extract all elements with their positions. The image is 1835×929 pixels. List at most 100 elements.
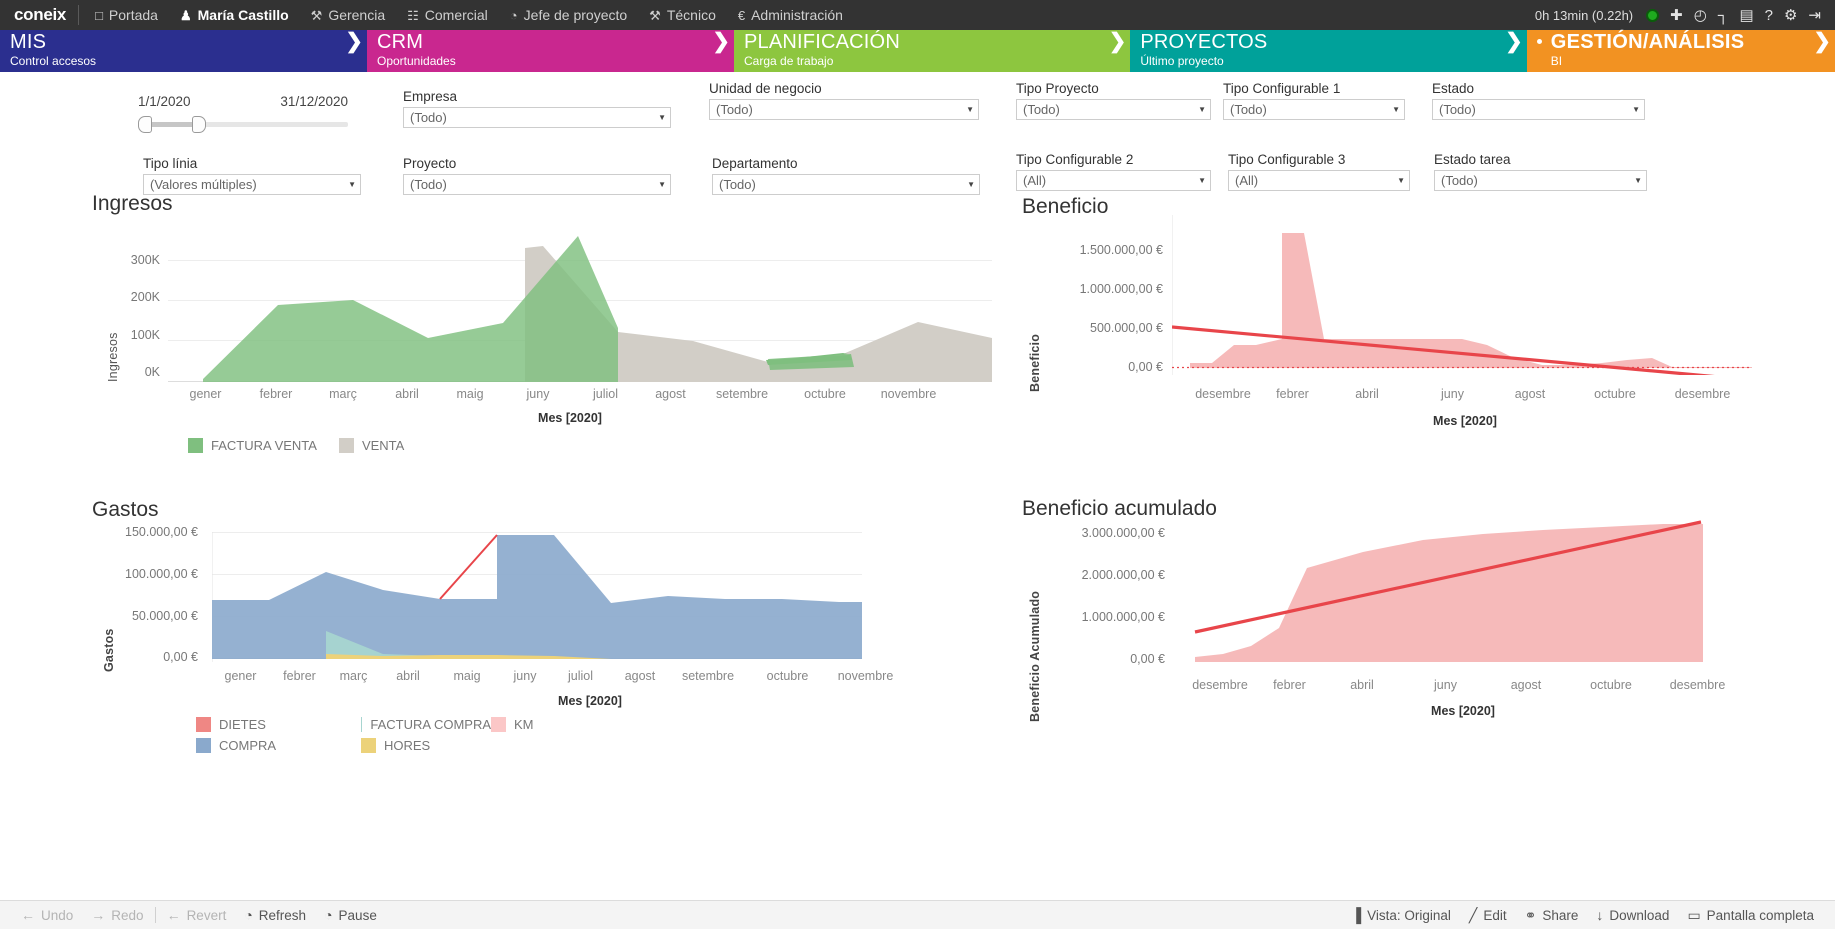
x-tick-ingresos: novembre [880,387,937,401]
clock-icon[interactable]: ◴ [1694,8,1707,23]
filter-label: Unidad de negocio [709,81,822,96]
wrench-icon: ⚒ [649,7,661,23]
x-tick-gastos: maig [453,669,481,683]
legend-label: VENTA [361,438,405,453]
view-selector[interactable]: ▐ Vista: Original [1342,908,1460,923]
redo-icon: → [91,907,106,923]
folder-icon[interactable]: ┐ [1718,8,1729,23]
filter-tipo-configurable-2-select[interactable]: (All) ▼ [1016,170,1211,191]
top-nav-item-gerencia[interactable]: ⚒ Gerencia [301,3,395,27]
top-nav-item-jefe-proyecto[interactable]: ◔ Jefe de proyecto [500,3,637,27]
date-range-slider[interactable] [138,115,348,133]
chart-plot-beneficio-acumulado[interactable] [1173,496,1733,666]
top-nav-item-portada[interactable]: □ Portada [85,3,168,27]
legend-item[interactable]: KM [491,717,534,732]
filter-value: (All) [1235,173,1259,188]
ribbon-item-crm[interactable]: CRM Oportunidades ❯ [367,30,734,72]
chart-plot-ingresos[interactable] [168,218,992,382]
y-axis-title-ingresos: Ingresos [106,332,120,382]
legend-swatch [491,717,506,732]
button-label: Pantalla completa [1706,907,1814,923]
x-axis-title-gastos: Mes [2020] [558,694,622,708]
ribbon-item-mis[interactable]: MIS Control accesos ❯ [0,30,367,72]
x-tick-ingresos: juliol [592,387,618,401]
app-logo[interactable]: coneix [10,5,78,25]
x-tick-ingresos: agost [655,387,686,401]
chevron-right-icon: ❯ [1505,30,1523,53]
top-nav-item-user[interactable]: ♟ María Castillo [170,3,299,27]
chart-title-beneficio: Beneficio [1022,195,1109,218]
slider-handle-start[interactable] [138,116,152,133]
active-bullet-icon [1536,39,1542,44]
legend-item[interactable]: VENTA [338,438,405,453]
chart-title-ingresos: Ingresos [92,192,173,215]
refresh-button[interactable]: ◔ Refresh [235,908,315,923]
ribbon-title: PLANIFICACIÓN [744,31,900,53]
top-nav-item-tecnico[interactable]: ⚒ Técnico [639,3,726,27]
ribbon-item-proyectos[interactable]: PROYECTOS Último proyecto ❯ [1130,30,1527,72]
legend-item[interactable]: FACTURA VENTA [188,438,317,453]
filter-value: (Todo) [1439,102,1476,117]
button-label: Undo [41,907,74,923]
legend-swatch [196,717,211,732]
pause-button[interactable]: ◔ Pause [315,908,386,923]
edit-button[interactable]: ╱ Edit [1460,908,1516,923]
chart-plot-beneficio[interactable] [1171,215,1753,382]
undo-button[interactable]: ← Undo [12,908,82,923]
x-tick-beneficio: febrer [1276,387,1309,401]
slider-handle-end[interactable] [192,116,206,133]
filter-unidad-negocio-select[interactable]: (Todo) ▼ [709,99,979,120]
help-icon[interactable]: ? [1765,8,1773,23]
share-button[interactable]: ⚭ Share [1516,908,1588,923]
filter-estado-select[interactable]: (Todo) ▼ [1432,99,1645,120]
y-tick-gastos: 150.000,00 € [125,525,198,539]
top-nav-item-administracion[interactable]: € Administración [728,3,853,27]
chevron-down-icon: ▼ [1632,105,1640,114]
x-tick-gastos: març [339,669,368,683]
top-nav-label: Jefe de proyecto [523,7,628,23]
filter-tipo-configurable-1-select[interactable]: (Todo) ▼ [1223,99,1405,120]
pencil-icon: ╱ [1468,907,1478,923]
filter-panel: 1/1/2020 31/12/2020 Empresa (Todo) ▼ Uni… [0,72,1835,195]
revert-button[interactable]: ← Revert [158,908,236,923]
y-tick-gastos: 100.000,00 € [125,567,198,581]
euro-icon: € [737,7,746,23]
legend-item[interactable]: COMPRA [196,738,361,753]
share-icon: ⚭ [1524,907,1537,923]
legend-swatch [361,717,363,732]
download-button[interactable]: ↓ Download [1587,908,1678,923]
filter-tipo-proyecto-select[interactable]: (Todo) ▼ [1016,99,1211,120]
chart-legend-gastos: DIETES FACTURA COMPRA KM COMPRA HORES [196,717,796,759]
building-icon: ☷ [407,7,419,23]
x-tick-ingresos: octubre [804,387,846,401]
legend-item[interactable]: DIETES [196,717,361,732]
green-status-dot[interactable] [1646,8,1660,22]
bottom-toolbar-right: ▐ Vista: Original ╱ Edit ⚭ Share ↓ Downl… [1342,908,1823,923]
legend-label: HORES [384,738,431,753]
top-nav-item-comercial[interactable]: ☷ Comercial [397,3,498,27]
x-axis-title-ingresos: Mes [2020] [538,411,602,425]
lock-icon[interactable]: ▤ [1739,8,1753,23]
top-nav-label: Técnico [666,7,716,23]
redo-button[interactable]: → Redo [82,908,152,923]
filter-label: Tipo Proyecto [1016,81,1099,96]
legend-item[interactable]: HORES [361,738,491,753]
top-nav-label: Gerencia [328,7,386,23]
briefcase-icon: ⚒ [310,7,323,23]
date-range-filter: 1/1/2020 31/12/2020 [138,94,348,133]
ribbon-item-gestion-analisis[interactable]: GESTIÓN/ANÁLISIS BI ❯ [1526,30,1835,72]
ribbon-item-planificacion[interactable]: PLANIFICACIÓN Carga de trabajo ❯ [734,30,1131,72]
settings-icon[interactable]: ⚙ [1784,8,1797,23]
add-icon[interactable]: ✚ [1670,8,1683,23]
fullscreen-button[interactable]: ▭ Pantalla completa [1678,908,1823,923]
document-icon: □ [95,7,103,23]
filter-empresa-select[interactable]: (Todo) ▼ [403,107,671,128]
chart-plot-gastos[interactable] [211,532,862,662]
chevron-down-icon: ▼ [348,180,356,189]
legend-item[interactable]: FACTURA COMPRA [361,717,491,732]
logout-icon[interactable]: ⇥ [1808,8,1821,23]
x-tick-beneficio-acumulado: abril [1350,678,1374,692]
filter-tipo-configurable-3-select[interactable]: (All) ▼ [1228,170,1410,191]
ribbon-title: GESTIÓN/ANÁLISIS [1550,31,1745,53]
filter-estado-tarea-select[interactable]: (Todo) ▼ [1434,170,1647,191]
